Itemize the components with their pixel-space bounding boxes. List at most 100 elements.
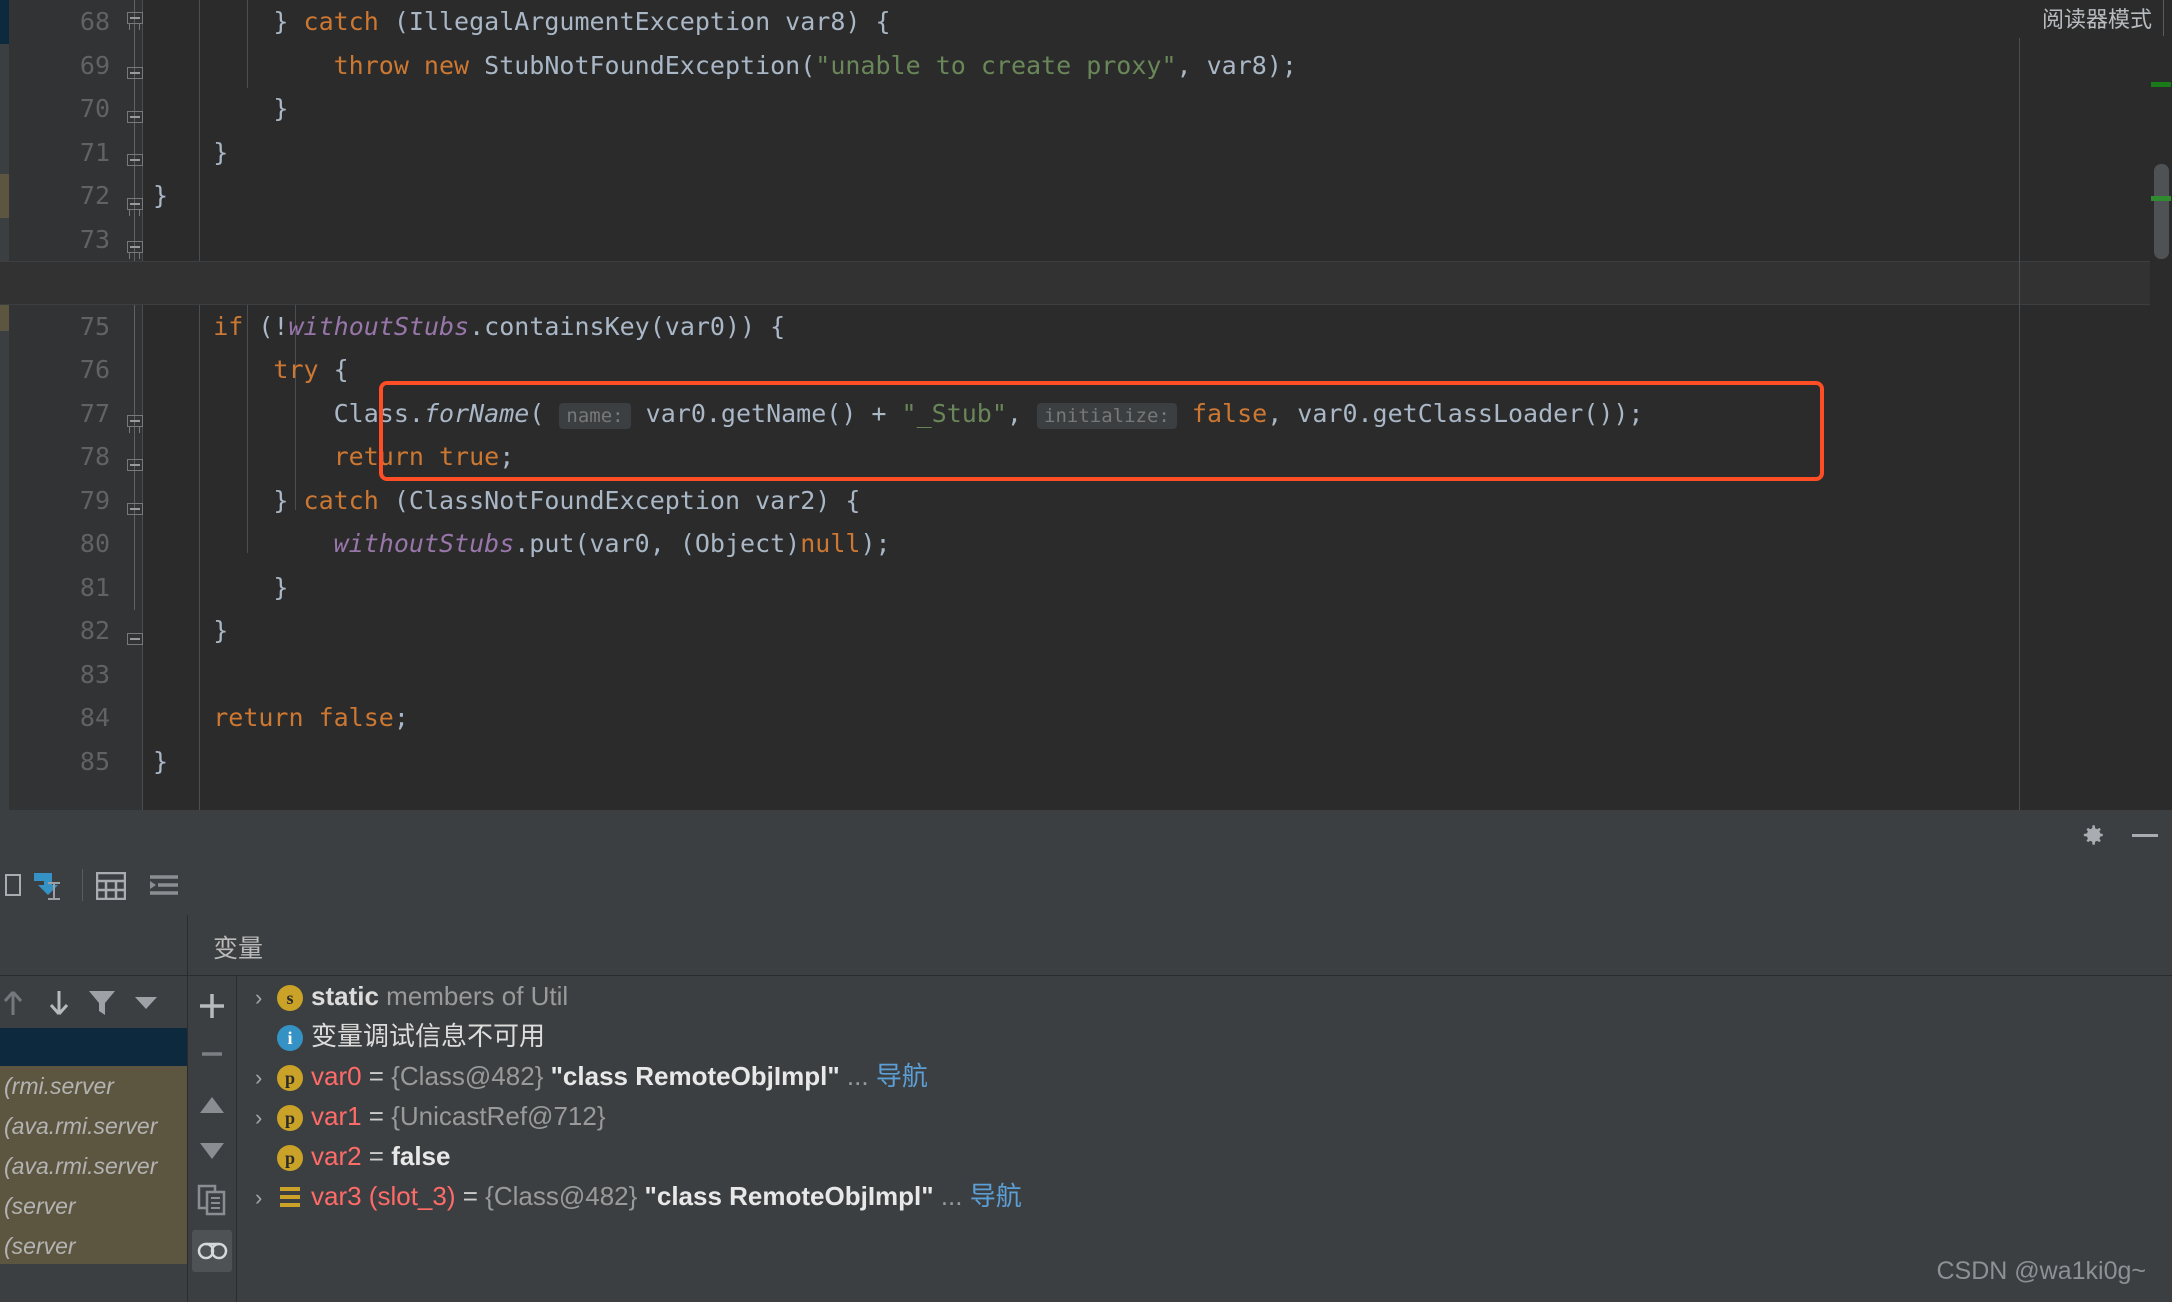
variable-row[interactable]: ›i变量调试信息不可用 <box>237 1016 2172 1056</box>
variable-row[interactable]: › p var0 = {Class@482} "class RemoteObjImp… <box>237 1056 2172 1096</box>
code-text-area[interactable]: } catch (IllegalArgumentException var8) … <box>143 0 2172 810</box>
fold-marker-74[interactable] <box>127 198 143 216</box>
variable-text: = <box>361 1061 392 1091</box>
filter-icon[interactable] <box>86 988 118 1018</box>
variable-row[interactable]: › s static members of Util <box>237 976 2172 1016</box>
code-line[interactable]: return true; <box>143 435 2172 479</box>
fold-marker-75[interactable] <box>127 241 143 259</box>
fold-marker-68[interactable] <box>127 12 143 30</box>
variable-text: {UnicastRef@712} <box>391 1101 606 1131</box>
dropdown-icon[interactable] <box>132 994 160 1012</box>
code-line[interactable]: throw new StubNotFoundException("unable … <box>143 44 2172 88</box>
code-line[interactable]: try { <box>143 348 2172 392</box>
variables-list[interactable]: ›sstatic members of Util›i变量调试信息不可用›pvar… <box>237 976 2172 1302</box>
reader-mode-label[interactable]: 阅读器模式 <box>2042 2 2152 34</box>
fold-marker-81[interactable] <box>127 459 143 477</box>
frame-row[interactable]: server) <box>0 1226 187 1266</box>
variable-text: ... <box>839 1061 876 1091</box>
code-line[interactable]: } <box>143 87 2172 131</box>
line-number: 71 <box>79 137 110 167</box>
copy-value-icon[interactable] <box>197 1184 227 1216</box>
frames-bottom-strip <box>0 1264 187 1302</box>
step-into-icon[interactable] <box>30 869 64 903</box>
code-line[interactable] <box>143 218 2172 262</box>
scroll-marker-green-2[interactable] <box>2151 196 2171 201</box>
frames-pane[interactable]: rmi.server) ava.rmi.server) ava.rmi.server… <box>0 915 187 1302</box>
code-editor[interactable]: 686970717273747576777879808182838485 } c <box>0 0 2172 810</box>
code-line[interactable] <box>143 653 2172 697</box>
frame-row[interactable]: rmi.server) <box>0 1066 187 1106</box>
fold-marker-72[interactable] <box>127 154 143 172</box>
frames-toolbar[interactable] <box>0 975 187 1030</box>
line-number: 77 <box>79 398 110 428</box>
toolbar-separator <box>82 869 83 901</box>
code-line[interactable]: } <box>143 174 2172 218</box>
minimize-icon[interactable] <box>2132 834 2158 837</box>
variables-toolbar[interactable] <box>188 975 237 1302</box>
code-token: throw new <box>333 50 470 80</box>
add-watch-icon[interactable] <box>196 990 228 1022</box>
code-token: (ClassNotFoundException var2) { <box>378 485 861 515</box>
code-line[interactable]: if (!withoutStubs.containsKey(var0)) { <box>143 305 2172 349</box>
move-watch-up-icon[interactable] <box>197 1092 227 1118</box>
frames-list[interactable]: rmi.server) ava.rmi.server) ava.rmi.server… <box>0 1028 187 1302</box>
gear-icon[interactable] <box>2080 822 2106 848</box>
sort-values-icon[interactable] <box>148 873 180 899</box>
code-token: if <box>213 311 244 341</box>
code-token: } <box>153 7 304 36</box>
move-down-icon[interactable] <box>42 986 76 1020</box>
code-token: catch <box>303 485 379 515</box>
code-line[interactable]: } catch (IllegalArgumentException var8) … <box>143 0 2172 44</box>
frame-row[interactable] <box>0 1028 187 1066</box>
fold-marker-82[interactable] <box>127 503 143 521</box>
code-line[interactable]: } <box>143 740 2172 784</box>
fold-marker-79[interactable] <box>127 415 143 433</box>
code-line[interactable]: Class.forName( name: var0.getName() + "_… <box>143 392 2172 436</box>
code-folding-column[interactable] <box>125 0 145 810</box>
variable-text: {Class@482} <box>485 1181 645 1211</box>
code-token: , <box>1006 398 1038 428</box>
editor-marker-scrollbar[interactable] <box>2150 38 2172 810</box>
code-token: initialize: <box>1037 402 1177 429</box>
evaluate-expression-icon[interactable] <box>0 871 22 899</box>
frame-row[interactable]: server) <box>0 1186 187 1226</box>
variable-row[interactable]: › var3 (slot_3) = {Class@482} "class Remo… <box>237 1176 2172 1216</box>
chevron-right-icon[interactable]: › <box>255 1178 277 1218</box>
code-token: forName <box>423 398 530 428</box>
code-line[interactable]: return false; <box>143 696 2172 740</box>
move-watch-down-icon[interactable] <box>197 1138 227 1164</box>
chevron-right-icon[interactable]: › <box>255 1058 277 1098</box>
code-line[interactable]: } <box>143 131 2172 175</box>
variable-text[interactable]: 导航 <box>876 1061 928 1091</box>
code-line[interactable]: } <box>143 609 2172 653</box>
code-token: .containsKey(var0)) { <box>469 311 786 341</box>
fold-marker-71[interactable] <box>127 111 143 129</box>
frame-row[interactable]: ava.rmi.server) <box>0 1106 187 1146</box>
code-token: withoutStubs <box>333 529 515 558</box>
ide-window: 686970717273747576777879808182838485 } c <box>0 0 2172 1302</box>
frame-row[interactable]: ava.rmi.server) <box>0 1146 187 1186</box>
chevron-right-icon[interactable]: › <box>255 1098 277 1138</box>
show-as-table-icon[interactable] <box>96 872 126 900</box>
variable-text: 变量调试信息不可用 <box>311 1022 546 1052</box>
variables-tab-label[interactable]: 变量 <box>213 929 263 965</box>
variable-row[interactable]: › p var1 = {UnicastRef@712} <box>237 1096 2172 1136</box>
variable-row[interactable]: ›pvar2 = false <box>237 1136 2172 1176</box>
line-number: 73 <box>79 224 110 254</box>
inline-watches-icon[interactable] <box>192 1230 232 1272</box>
code-line[interactable]: withoutStubs.put(var0, (Object)null); <box>143 522 2172 566</box>
variable-text[interactable]: 导航 <box>970 1181 1022 1211</box>
code-token: } <box>153 181 169 210</box>
code-line[interactable]: } catch (ClassNotFoundException var2) { <box>143 479 2172 523</box>
fold-marker-70[interactable] <box>127 67 143 85</box>
move-up-icon[interactable] <box>0 986 30 1020</box>
fold-marker-85[interactable] <box>127 633 143 651</box>
scroll-marker-green[interactable] <box>2151 82 2171 87</box>
scrollbar-thumb[interactable] <box>2154 164 2169 259</box>
chevron-right-icon[interactable]: › <box>255 978 277 1018</box>
remove-watch-icon[interactable] <box>196 1038 228 1070</box>
code-line[interactable]: } <box>143 566 2172 610</box>
debug-toolbar-row <box>0 857 2172 916</box>
